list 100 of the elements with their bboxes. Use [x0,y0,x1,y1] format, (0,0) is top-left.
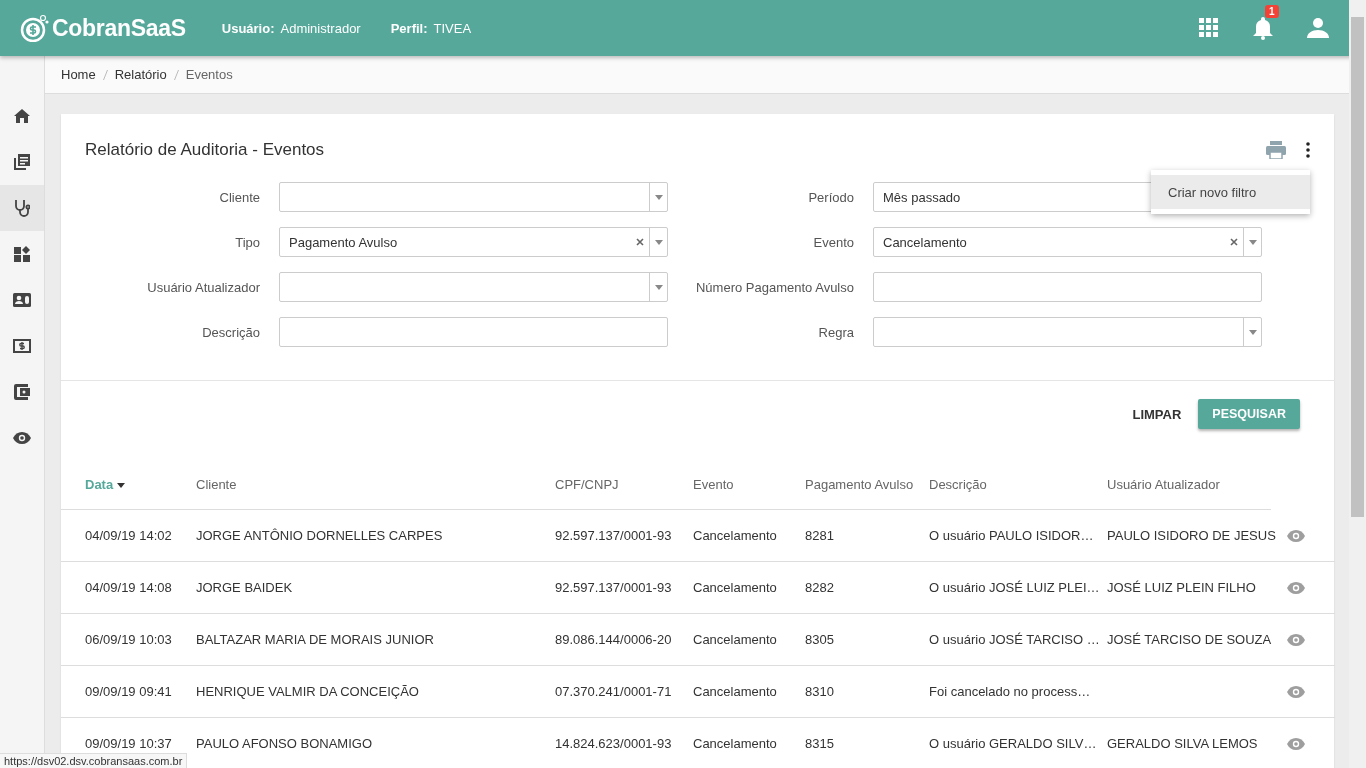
select-field[interactable] [279,272,668,302]
bell-icon[interactable] [1253,16,1273,40]
user-label: Usuário: [221,20,275,36]
user-name: Administrador [280,20,361,36]
home-icon [14,109,30,123]
money-icon [13,339,31,353]
select-field[interactable]: Pagamento Avulso [279,227,668,257]
input-field[interactable] [279,317,668,347]
table-cell: O usuário PAULO ISIDOR… [929,528,1094,543]
field-label: Tipo [234,234,261,250]
profile-label: Perfil: [390,20,428,36]
sort-caret-icon [117,482,126,488]
table-cell: PAULO ISIDORO DE JESUS [1107,528,1276,543]
table-cell: JOSÉ LUIZ PLEIN FILHO [1107,580,1256,595]
table-cell: 8315 [805,736,834,751]
eye-icon[interactable] [1287,529,1305,542]
table-cell: Cancelamento [693,632,777,647]
caret-icon [1248,239,1257,245]
logo-icon [20,14,50,42]
table-cell: 06/09/19 10:03 [85,632,172,647]
stethoscope-icon [14,199,30,217]
table-cell: 07.370.241/0001-71 [555,684,672,699]
table-cell: 92.597.137/0001-93 [555,528,672,543]
select-field[interactable] [279,182,668,212]
table-cell: O usuário GERALDO SILV… [929,736,1097,751]
clear-button[interactable]: LIMPAR [1132,398,1182,430]
breadcrumb-current: Eventos [185,67,233,82]
table-cell: 09/09/19 10:37 [85,736,172,751]
table-cell: Cancelamento [693,684,777,699]
contact-card-icon [13,293,31,307]
column-header[interactable]: Cliente [196,459,555,510]
apps-grid-icon[interactable] [1199,18,1219,38]
table-cell: Cancelamento [693,528,777,543]
eye-icon [13,432,31,444]
table-cell: HENRIQUE VALMIR DA CONCEIÇÃO [196,684,419,699]
eye-icon[interactable] [1287,738,1305,750]
separator-icon [102,69,108,80]
breadcrumb-link[interactable]: Home [61,67,96,82]
breadcrumb-link[interactable]: Relatório [114,67,167,82]
field-label: Período [807,189,855,205]
field-value: Pagamento Avulso [289,234,398,250]
notification-badge: 1 [1265,5,1279,18]
print-icon[interactable] [1266,141,1286,159]
eye-icon[interactable] [1287,582,1305,594]
field-label: Evento [812,234,855,250]
table-cell: 8282 [805,580,834,595]
widgets-icon [14,246,30,262]
caret-icon [654,239,663,245]
caret-icon [1248,329,1257,335]
field-label: Número Pagamento Avulso [694,279,855,295]
table-cell: 8310 [805,684,834,699]
select-field[interactable]: Cancelamento [873,227,1262,257]
input-field[interactable] [873,272,1262,302]
table-cell: GERALDO SILVA LEMOS [1107,736,1258,751]
table-cell: JORGE ANTÔNIO DORNELLES CARPES [196,528,443,543]
column-header[interactable]: Evento [693,459,805,510]
report-title: Relatório de Auditoria - Eventos [85,140,326,160]
table-cell: O usuário JOSÉ TARCISO … [929,632,1100,647]
scrollbar[interactable] [1349,0,1366,768]
brand-name: CobranSaaS [52,14,186,42]
eye-icon[interactable] [1287,686,1305,698]
caret-icon [654,194,663,200]
field-value: Cancelamento [883,234,967,250]
document-list-icon [14,154,30,170]
table-cell: 04/09/19 14:08 [85,580,172,595]
table-cell: Cancelamento [693,736,777,751]
field-label: Cliente [218,189,261,205]
table-cell: Foi cancelado no process… [929,684,1091,699]
column-header[interactable]: Descrição [929,459,1107,510]
table-cell: 92.597.137/0001-93 [555,580,672,595]
eye-icon[interactable] [1287,634,1305,646]
table-cell: 8281 [805,528,834,543]
table-cell: Cancelamento [693,580,777,595]
profile-name: TIVEA [433,20,472,36]
separator-icon [173,69,179,80]
user-icon[interactable] [1307,18,1329,38]
select-field[interactable] [873,317,1262,347]
field-label: Descrição [201,324,261,340]
table-cell: 09/09/19 09:41 [85,684,172,699]
table-cell: O usuário JOSÉ LUIZ PLEI… [929,580,1100,595]
field-label: Usuário Atualizador [146,279,261,295]
table-cell: 8305 [805,632,834,647]
menu-item[interactable]: Criar novo filtro [1151,175,1310,209]
column-header[interactable]: Usuário Atualizador [1107,459,1271,510]
more-options-icon[interactable] [1306,142,1310,158]
column-header[interactable]: CPF/CNPJ [555,459,693,510]
table-cell: 89.086.144/0006-20 [555,632,672,647]
column-header[interactable]: Pagamento Avulso [805,459,929,510]
table-cell: JOSÉ TARCISO DE SOUZA [1107,632,1272,647]
table-cell: PAULO AFONSO BONAMIGO [196,736,372,751]
table-cell: 14.824.623/0001-93 [555,736,672,751]
table-cell: 04/09/19 14:02 [85,528,172,543]
field-label: Regra [817,324,855,340]
sidebar-item[interactable] [0,185,44,231]
table-cell: BALTAZAR MARIA DE MORAIS JUNIOR [196,632,434,647]
status-url: https://dsv02.dsv.cobransaas.com.br [0,753,188,768]
wallet-icon [14,384,30,400]
table-cell: JORGE BAIDEK [196,580,293,595]
field-value: Mês passado [883,189,961,205]
caret-icon [654,284,663,290]
